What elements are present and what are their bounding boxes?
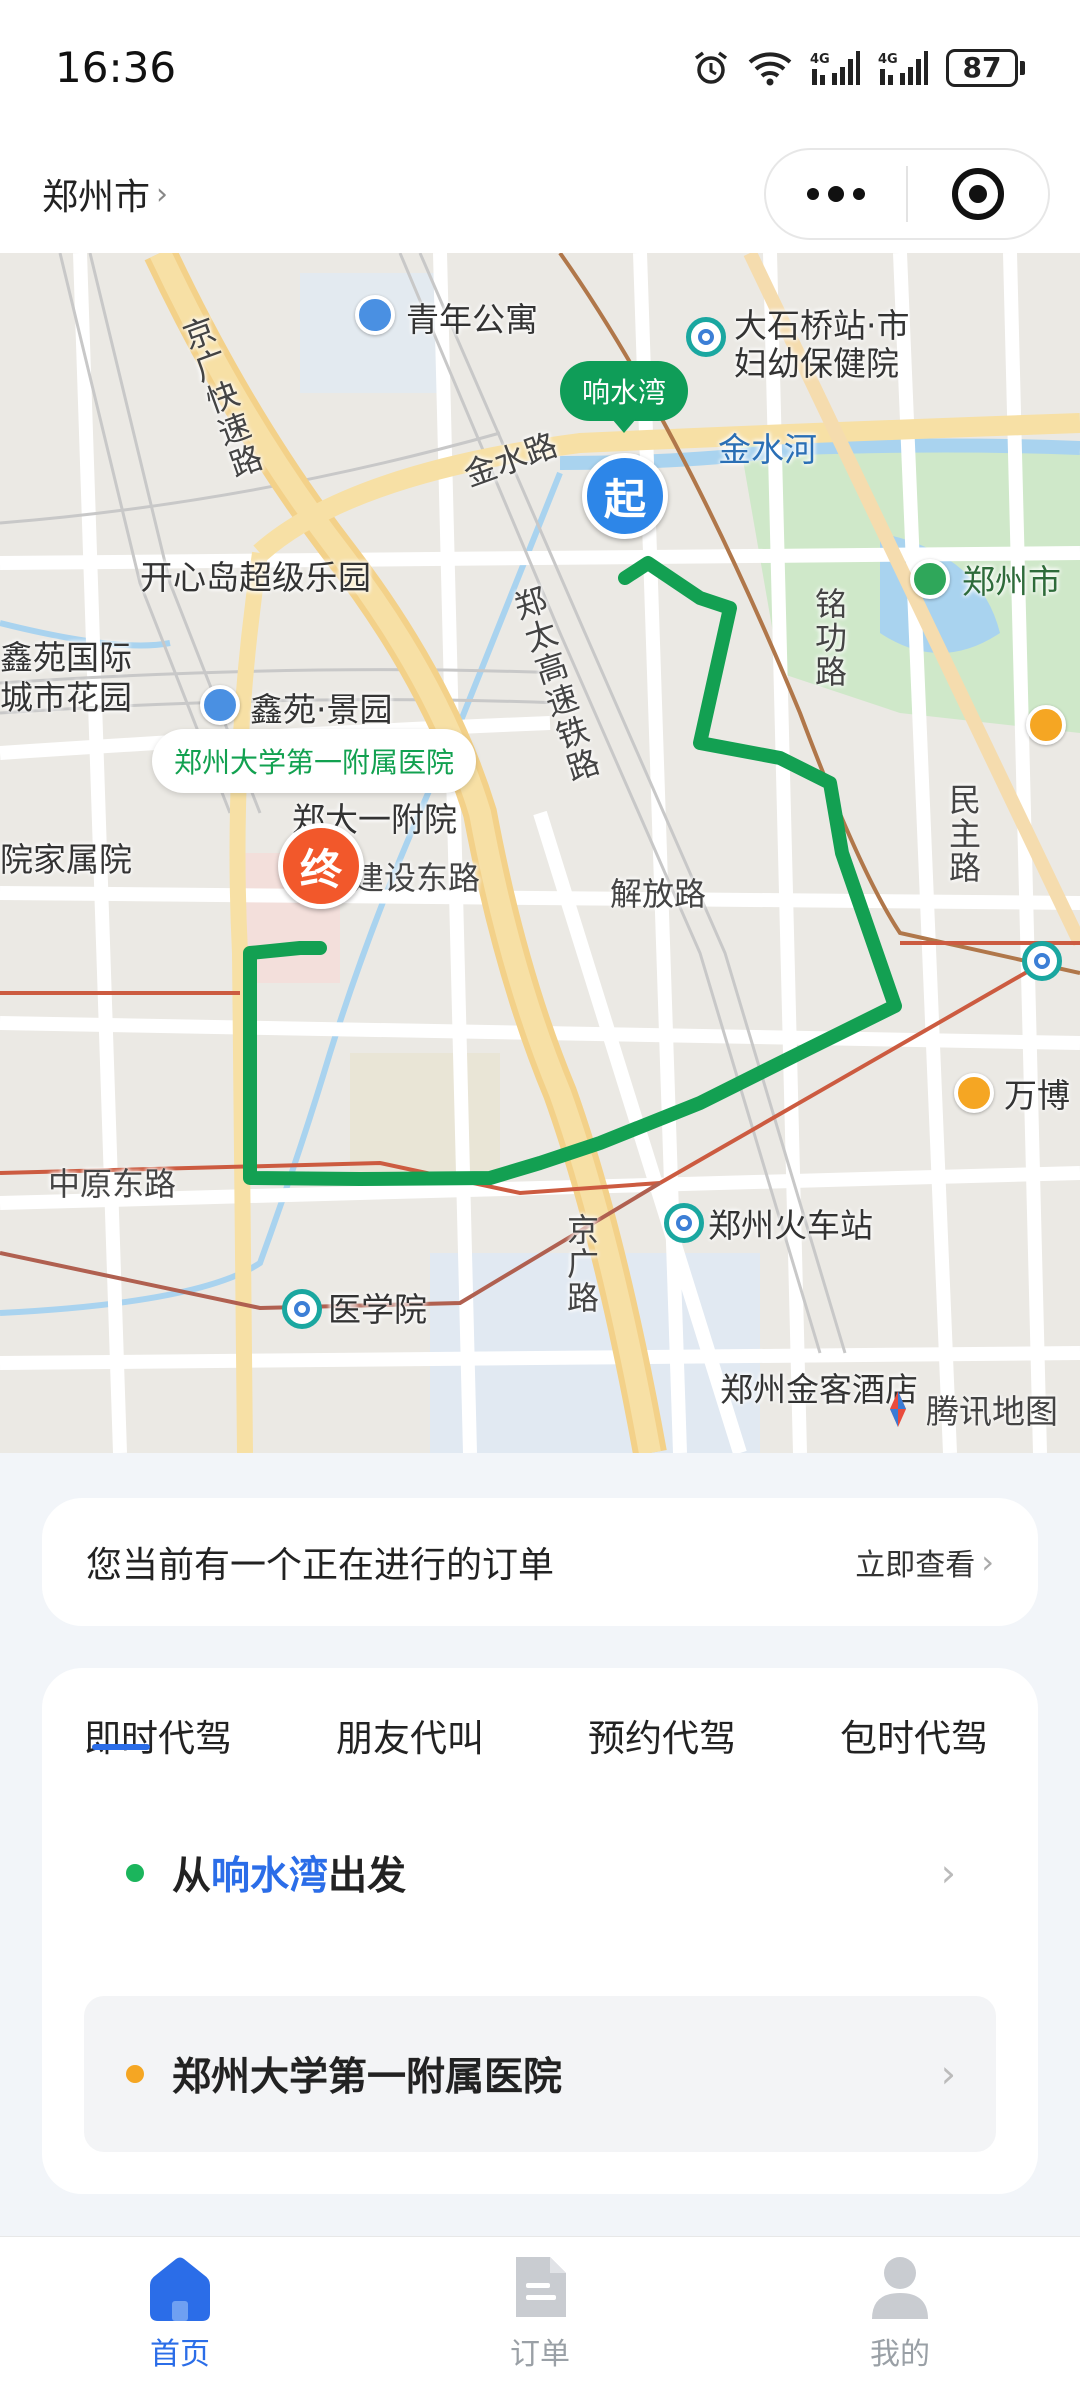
signal-4g-icon: 4G bbox=[878, 49, 928, 87]
ongoing-order-text: 您当前有一个正在进行的订单 bbox=[86, 1545, 555, 1586]
city-selector[interactable]: 郑州市 › bbox=[42, 168, 168, 220]
map-label-jingguang-road: 京广路 bbox=[562, 1213, 600, 1315]
shopping-icon bbox=[1026, 705, 1066, 745]
chevron-right-icon: › bbox=[981, 1543, 994, 1581]
metro-icon bbox=[686, 317, 726, 357]
residence-icon bbox=[200, 685, 240, 725]
map-label-zhengzhou-park: 郑州市 bbox=[962, 562, 1061, 601]
more-dots-icon bbox=[807, 186, 865, 202]
view-order-link[interactable]: 立即查看 › bbox=[855, 1540, 994, 1584]
target-icon bbox=[952, 168, 1004, 220]
map-label-zhongyuan-east: 中原东路 bbox=[48, 1165, 177, 1203]
map-label-jinshuihe: 金水河 bbox=[718, 430, 817, 469]
map-label-qingnian: 青年公寓 bbox=[406, 300, 538, 339]
apartment-icon bbox=[355, 295, 395, 335]
map-label-fuyou: 妇幼保健院 bbox=[734, 344, 899, 383]
nav-profile[interactable]: 我的 bbox=[720, 2237, 1080, 2388]
city-name: 郑州市 bbox=[42, 177, 151, 218]
tab-friend-call[interactable]: 朋友代叫 bbox=[336, 1708, 484, 1762]
map-label-minzhu: 民主路 bbox=[944, 783, 982, 885]
battery-level: 87 bbox=[946, 48, 1018, 87]
map-label-kaixindao: 开心岛超级乐园 bbox=[140, 558, 371, 597]
wifi-icon bbox=[748, 50, 792, 86]
order-icon bbox=[516, 2257, 566, 2317]
tab-hourly[interactable]: 包时代驾 bbox=[840, 1708, 988, 1762]
tab-scheduled[interactable]: 预约代驾 bbox=[588, 1708, 736, 1762]
pickup-row[interactable]: 从响水湾出发 › bbox=[84, 1808, 996, 1938]
map-label-yuanjiashu: 院家属院 bbox=[0, 840, 132, 879]
tencent-map-logo: 腾讯地图 bbox=[876, 1385, 1058, 1433]
map-label-xinyuan-jingyuan: 鑫苑·景园 bbox=[250, 690, 393, 729]
svg-text:4G: 4G bbox=[810, 52, 830, 67]
metro-icon bbox=[282, 1289, 322, 1329]
end-location-bubble[interactable]: 郑州大学第一附属医院 bbox=[152, 729, 477, 793]
chevron-right-icon: › bbox=[940, 2052, 956, 2096]
home-icon bbox=[150, 2257, 210, 2321]
status-bar: 16:36 4G 4G 87 bbox=[0, 0, 1080, 135]
profile-icon bbox=[872, 2257, 928, 2319]
svg-text:4G: 4G bbox=[878, 52, 898, 67]
nav-home[interactable]: 首页 bbox=[0, 2237, 360, 2388]
map-label-jiefang: 解放路 bbox=[610, 875, 707, 913]
metro-icon bbox=[664, 1203, 704, 1243]
status-time: 16:36 bbox=[55, 43, 177, 92]
bottom-tab-bar: 首页 订单 我的 bbox=[0, 2236, 1080, 2388]
pickup-text: 从响水湾出发 bbox=[172, 1854, 407, 1899]
start-location-bubble[interactable]: 响水湾 bbox=[560, 361, 689, 433]
destination-text: 郑州大学第一附属医院 bbox=[172, 2055, 563, 2100]
more-button[interactable] bbox=[766, 150, 906, 238]
metro-icon bbox=[1022, 941, 1062, 981]
close-miniprogram-button[interactable] bbox=[908, 150, 1048, 238]
view-order-label: 立即查看 bbox=[855, 1548, 976, 1583]
active-tab-indicator bbox=[92, 1744, 150, 1750]
end-pin[interactable]: 终 bbox=[278, 823, 364, 909]
chevron-right-icon: › bbox=[156, 176, 169, 212]
pickup-dot bbox=[126, 1864, 144, 1882]
miniprogram-capsule bbox=[764, 148, 1050, 240]
tencent-map-text: 腾讯地图 bbox=[926, 1392, 1058, 1431]
destination-dot bbox=[126, 2065, 144, 2083]
battery-icon: 87 bbox=[946, 48, 1025, 87]
destination-row[interactable]: 郑州大学第一附属医院 › bbox=[84, 1996, 996, 2152]
nav-orders[interactable]: 订单 bbox=[360, 2237, 720, 2388]
service-tabs: 即时代驾 朋友代叫 预约代驾 包时代驾 bbox=[42, 1668, 1038, 1778]
map-label-jianshe-east: 建设东路 bbox=[352, 859, 481, 897]
map-label-wanbo: 万博 bbox=[1004, 1076, 1070, 1115]
signal-4g-icon: 4G bbox=[810, 49, 860, 87]
map-view[interactable]: 青年公寓 大石桥站·市 妇幼保健院 金水河 金水路 京广快速路 开心岛超级乐园 … bbox=[0, 253, 1080, 1453]
top-nav: 郑州市 › bbox=[0, 135, 1080, 253]
booking-card: 即时代驾 朋友代叫 预约代驾 包时代驾 从响水湾出发 › 郑州大学第一附属医院 … bbox=[42, 1668, 1038, 2194]
map-label-minggong: 铭功路 bbox=[810, 587, 848, 689]
park-icon bbox=[910, 559, 950, 599]
nav-orders-label: 订单 bbox=[510, 2337, 570, 2372]
nav-home-label: 首页 bbox=[150, 2337, 210, 2372]
chevron-right-icon: › bbox=[940, 1851, 956, 1895]
tab-instant-driver[interactable]: 即时代驾 bbox=[84, 1708, 232, 1762]
map-label-xinyuan-garden: 城市花园 bbox=[0, 678, 132, 717]
shopping-icon bbox=[954, 1073, 994, 1113]
ongoing-order-card[interactable]: 您当前有一个正在进行的订单 立即查看 › bbox=[42, 1498, 1038, 1626]
start-pin[interactable]: 起 bbox=[582, 453, 668, 539]
map-label-zhengzhou-station: 郑州火车站 bbox=[708, 1206, 873, 1245]
compass-icon bbox=[890, 1391, 906, 1427]
nav-profile-label: 我的 bbox=[870, 2337, 930, 2372]
status-icons: 4G 4G 87 bbox=[692, 48, 1025, 87]
alarm-icon bbox=[692, 49, 730, 87]
pickup-place: 响水湾 bbox=[211, 1854, 329, 1899]
map-label-yixueyuan: 医学院 bbox=[328, 1290, 427, 1329]
